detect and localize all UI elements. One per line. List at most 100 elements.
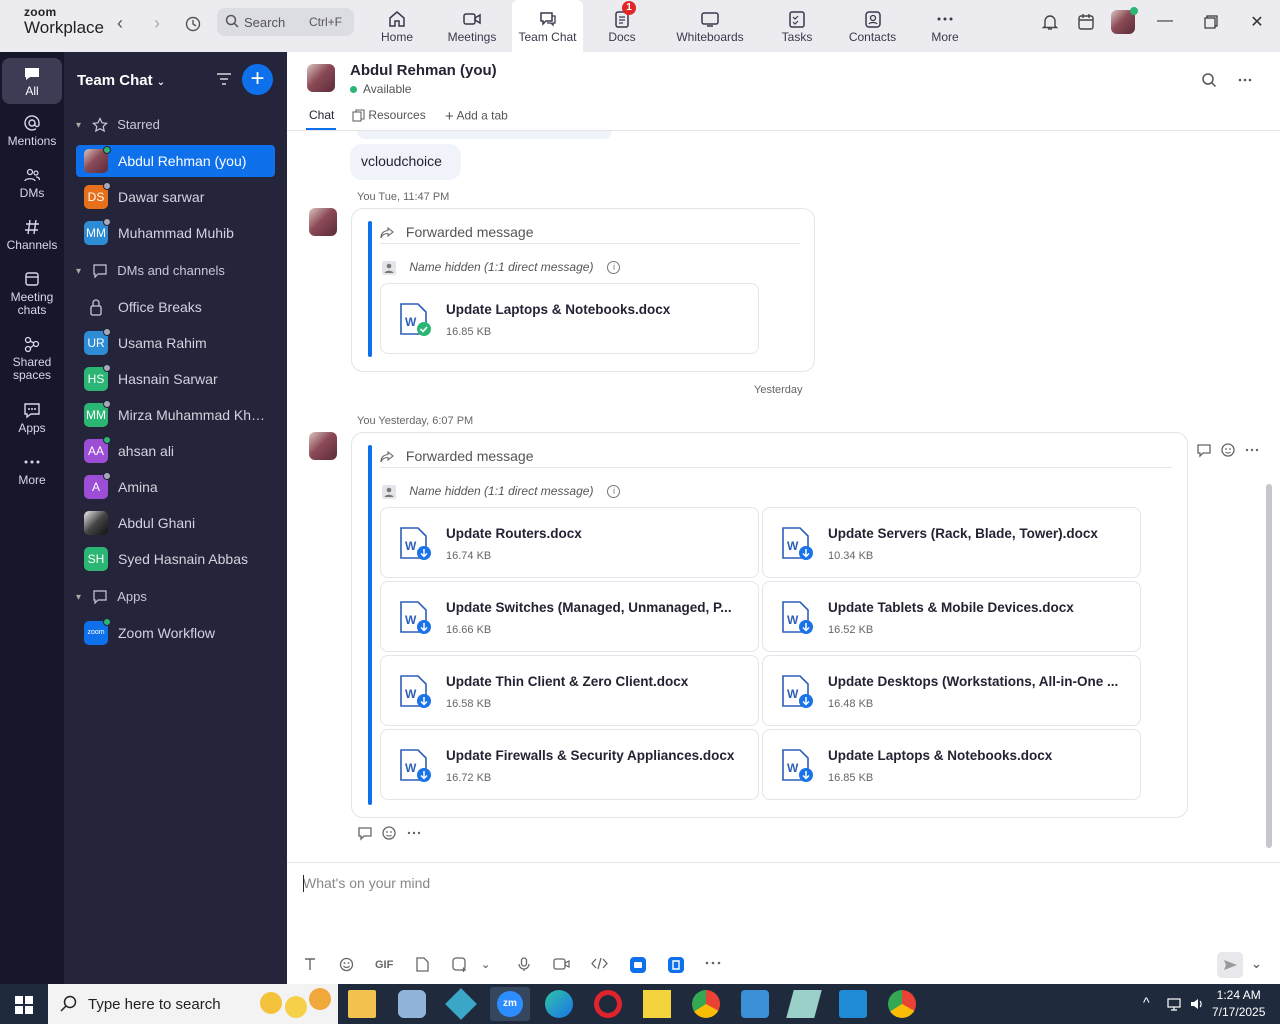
edge-icon[interactable] [545, 990, 573, 1018]
nav-tab-tasks[interactable]: Tasks [772, 0, 822, 52]
rail-item-apps[interactable]: Apps [2, 401, 62, 435]
chevron-down-icon[interactable]: ⌄ [481, 958, 490, 971]
microphone-icon[interactable] [518, 957, 530, 972]
minimize-icon[interactable]: — [1153, 12, 1177, 34]
message-composer[interactable]: What's on your mind GIF ⌄ ⌄ [287, 862, 1280, 984]
message-bubble[interactable]: vcloudchoice [350, 144, 461, 180]
network-icon[interactable] [1166, 996, 1182, 1012]
sidebar-item-mirza-muhammad[interactable]: MM Mirza Muhammad Khur... [76, 399, 275, 431]
file-attachment[interactable]: W Update Routers.docx 16.74 KB [380, 507, 759, 578]
sidebar-item-abdul-ghani[interactable]: Abdul Ghani [76, 507, 275, 539]
vscode-icon[interactable] [839, 990, 867, 1018]
forward-arrow-icon[interactable]: › [146, 13, 168, 35]
app-icon[interactable] [445, 988, 477, 1020]
file-attachment[interactable]: W Update Firewalls & Security Appliances.… [380, 729, 759, 800]
chat-contact-name[interactable]: Abdul Rehman (you) [350, 62, 497, 79]
app-icon[interactable] [786, 990, 822, 1018]
section-apps[interactable]: ▾ Apps [76, 588, 147, 608]
emoji-reaction-icon[interactable] [381, 824, 398, 841]
emoji-icon[interactable] [339, 957, 354, 972]
rail-item-all[interactable]: All [2, 58, 62, 104]
calendar-icon[interactable] [1076, 12, 1096, 35]
sidebar-item-muhammad-muhib[interactable]: MM Muhammad Muhib [76, 217, 275, 249]
avatar[interactable] [309, 432, 337, 460]
rail-item-more[interactable]: More [2, 453, 62, 487]
tab-resources[interactable]: Resources [352, 108, 426, 122]
more-tools-icon[interactable] [705, 957, 721, 969]
avatar[interactable] [307, 64, 335, 92]
file-icon[interactable] [416, 957, 429, 972]
nav-tab-contacts[interactable]: Contacts [845, 0, 900, 52]
composer-placeholder[interactable]: What's on your mind [303, 875, 430, 891]
info-icon[interactable]: i [607, 261, 621, 275]
history-icon[interactable] [182, 13, 204, 35]
sidebar-item-dawar-sarwar[interactable]: DS Dawar sarwar [76, 181, 275, 213]
screenshot-icon[interactable] [452, 957, 467, 972]
more-actions-icon[interactable] [1245, 444, 1259, 456]
nav-tab-team-chat[interactable]: Team Chat [512, 0, 583, 52]
sidebar-item-usama-rahim[interactable]: UR Usama Rahim [76, 327, 275, 359]
sidebar-item-syed-hasnain-abbas[interactable]: SH Syed Hasnain Abbas [76, 543, 275, 575]
tab-chat[interactable]: Chat [309, 108, 334, 122]
sticky-notes-icon[interactable] [643, 990, 671, 1018]
windows-start-icon[interactable] [15, 996, 33, 1014]
chat-scrollbar[interactable] [1266, 484, 1272, 848]
volume-icon[interactable] [1189, 996, 1205, 1012]
taskbar-clock[interactable]: 1:24 AM 7/17/2025 [1212, 987, 1265, 1021]
rail-item-shared-spaces[interactable]: Shared spaces [2, 335, 62, 382]
team-chat-title[interactable]: Team Chat ⌄ [77, 72, 165, 89]
close-icon[interactable]: ✕ [1245, 12, 1269, 34]
sidebar-item-abdul-rehman[interactable]: Abdul Rehman (you) [76, 145, 275, 177]
info-icon[interactable]: i [607, 485, 621, 499]
search-box[interactable]: Search Ctrl+F [217, 8, 354, 36]
file-attachment[interactable]: W Update Switches (Managed, Unmanaged, P.… [380, 581, 759, 652]
maximize-icon[interactable] [1199, 12, 1223, 34]
search-icon[interactable] [1201, 72, 1217, 88]
photos-icon[interactable] [741, 990, 769, 1018]
reply-icon[interactable] [357, 825, 373, 841]
app-icon[interactable] [398, 990, 426, 1018]
file-attachment[interactable]: W Update Laptops & Notebooks.docx 16.85 … [380, 283, 759, 354]
taskbar-search[interactable]: Type here to search [48, 984, 338, 1024]
filter-icon[interactable] [215, 71, 233, 87]
section-dms-channels[interactable]: ▾ DMs and channels [76, 262, 225, 282]
file-attachment[interactable]: W Update Thin Client & Zero Client.docx 16… [380, 655, 759, 726]
file-attachment[interactable]: W Update Servers (Rack, Blade, Tower).doc… [762, 507, 1141, 578]
text-format-icon[interactable] [303, 957, 317, 971]
sidebar-item-amina[interactable]: A Amina [76, 471, 275, 503]
zoom-app-icon[interactable]: zm [490, 987, 530, 1021]
bell-icon[interactable] [1040, 12, 1060, 35]
tab-add[interactable]: + Add a tab [445, 108, 508, 125]
chrome-icon[interactable] [692, 990, 720, 1018]
rail-item-channels[interactable]: Channels [2, 218, 62, 252]
profile-avatar[interactable] [1111, 7, 1138, 34]
rail-item-dms[interactable]: DMs [2, 166, 62, 200]
sidebar-item-zoom-workflow[interactable]: zoom Zoom Workflow [76, 617, 275, 649]
reply-icon[interactable] [1196, 442, 1212, 458]
video-message-icon[interactable] [553, 957, 570, 971]
avatar[interactable] [309, 208, 337, 236]
nav-tab-whiteboards[interactable]: Whiteboards [670, 0, 750, 52]
nav-tab-home[interactable]: Home [372, 0, 422, 52]
chrome-icon[interactable] [888, 990, 916, 1018]
rail-item-mentions[interactable]: Mentions [2, 114, 62, 148]
more-options-icon[interactable] [1237, 72, 1253, 88]
back-arrow-icon[interactable]: ‹ [109, 13, 131, 35]
code-icon[interactable] [591, 957, 608, 970]
chevron-down-icon[interactable]: ⌄ [1251, 956, 1262, 972]
app-docs-icon[interactable] [668, 957, 684, 973]
file-attachment[interactable]: W Update Desktops (Workstations, All-in-O… [762, 655, 1141, 726]
sidebar-item-hasnain-sarwar[interactable]: HS Hasnain Sarwar [76, 363, 275, 395]
rail-item-meeting-chats[interactable]: Meeting chats [2, 270, 62, 317]
file-explorer-icon[interactable] [348, 990, 376, 1018]
app-blue-icon[interactable] [630, 957, 646, 973]
opera-icon[interactable] [594, 990, 622, 1018]
new-chat-button[interactable]: + [242, 64, 273, 95]
nav-tab-more[interactable]: More [922, 0, 968, 52]
section-starred[interactable]: ▾ Starred [76, 116, 160, 136]
more-actions-icon[interactable] [407, 827, 421, 839]
file-attachment[interactable]: W Update Laptops & Notebooks.docx 16.85 KB [762, 729, 1141, 800]
send-button[interactable] [1217, 952, 1243, 978]
sidebar-item-ahsan-ali[interactable]: AA ahsan ali [76, 435, 275, 467]
tray-chevron-icon[interactable]: ^ [1143, 994, 1150, 1010]
